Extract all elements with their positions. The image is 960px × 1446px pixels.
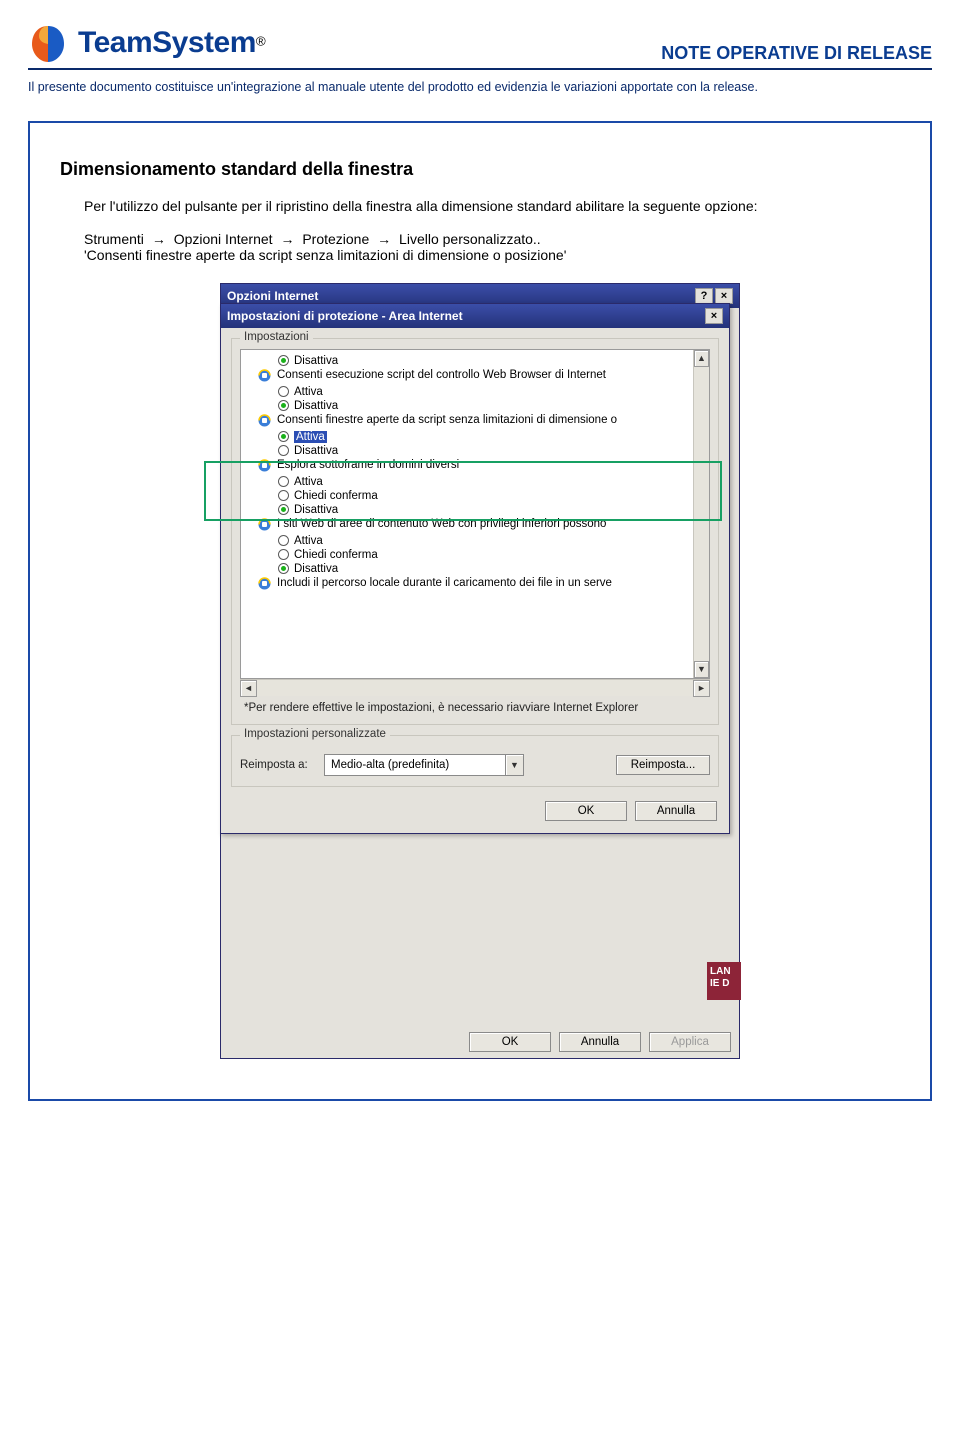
list-option[interactable]: Attiva [243, 430, 691, 444]
front-dialog-title: Impostazioni di protezione - Area Intern… [227, 309, 463, 323]
list-group: Includi il percorso locale durante il ca… [243, 576, 691, 591]
radio-icon[interactable] [278, 431, 289, 442]
cancel-button[interactable]: Annulla [635, 801, 717, 821]
intro-text: Il presente documento costituisce un'int… [28, 78, 932, 97]
ie-icon [257, 368, 272, 383]
reset-label: Reimposta a: [240, 759, 314, 771]
list-option[interactable]: Disattiva [243, 354, 691, 368]
settings-legend: Impostazioni [240, 331, 313, 343]
section-paragraph: Per l'utilizzo del pulsante per il ripri… [84, 196, 864, 217]
list-option[interactable]: Disattiva [243, 399, 691, 413]
list-option[interactable]: Attiva [243, 534, 691, 548]
radio-icon[interactable] [278, 535, 289, 546]
lan-strip: LAN IE D [707, 962, 741, 1000]
reset-button[interactable]: Reimposta... [616, 755, 710, 775]
radio-icon[interactable] [278, 386, 289, 397]
front-titlebar: Impostazioni di protezione - Area Intern… [221, 304, 729, 328]
close-button[interactable]: × [705, 308, 723, 324]
section-path: Strumenti → Opzioni Internet → Protezion… [84, 231, 900, 263]
radio-icon[interactable] [278, 476, 289, 487]
dialog-screenshot: Opzioni Internet ? × LAN IE D OK Annulla… [220, 283, 740, 1059]
arrow-icon: → [280, 231, 294, 247]
scroll-down-icon[interactable]: ▼ [694, 661, 709, 678]
vertical-scrollbar[interactable]: ▲ ▼ [693, 350, 710, 678]
list-option[interactable]: Chiedi conferma [243, 548, 691, 562]
scroll-left-icon[interactable]: ◄ [240, 680, 257, 697]
brand-logo: TeamSystem® [28, 22, 266, 64]
radio-icon[interactable] [278, 490, 289, 501]
combo-value: Medio-alta (predefinita) [325, 759, 505, 771]
list-option[interactable]: Attiva [243, 385, 691, 399]
cancel-button[interactable]: Annulla [559, 1032, 641, 1052]
back-dialog-title: Opzioni Internet [227, 289, 318, 303]
page-header: TeamSystem® NOTE OPERATIVE DI RELEASE [28, 22, 932, 70]
radio-icon[interactable] [278, 563, 289, 574]
settings-listbox[interactable]: DisattivaConsenti esecuzione script del … [240, 349, 710, 679]
ok-button[interactable]: OK [469, 1032, 551, 1052]
security-settings-dialog: Impostazioni di protezione - Area Intern… [220, 303, 730, 834]
ie-icon [257, 413, 272, 428]
reset-level-combo[interactable]: Medio-alta (predefinita) ▼ [324, 754, 524, 776]
brand-name: TeamSystem [78, 26, 256, 59]
arrow-icon: → [152, 231, 166, 247]
custom-settings-fieldset: Impostazioni personalizzate Reimposta a:… [231, 735, 719, 787]
list-option[interactable]: Disattiva [243, 444, 691, 458]
radio-icon[interactable] [278, 504, 289, 515]
scroll-up-icon[interactable]: ▲ [694, 350, 709, 367]
list-option[interactable]: Attiva [243, 475, 691, 489]
radio-icon[interactable] [278, 400, 289, 411]
dropdown-icon[interactable]: ▼ [505, 755, 523, 775]
settings-fieldset: Impostazioni DisattivaConsenti esecuzion… [231, 338, 719, 725]
radio-icon[interactable] [278, 355, 289, 366]
radio-icon[interactable] [278, 445, 289, 456]
option-name: 'Consenti finestre aperte da script senz… [84, 247, 566, 263]
ie-icon [257, 458, 272, 473]
list-group: I siti Web di aree di contenuto Web con … [243, 517, 691, 532]
horizontal-scrollbar[interactable]: ◄ ► [240, 679, 710, 696]
help-button[interactable]: ? [695, 288, 713, 304]
document-title: NOTE OPERATIVE DI RELEASE [661, 43, 932, 64]
apply-button[interactable]: Applica [649, 1032, 731, 1052]
radio-icon[interactable] [278, 549, 289, 560]
scroll-right-icon[interactable]: ► [693, 680, 710, 697]
arrow-icon: → [377, 231, 391, 247]
content-frame: Dimensionamento standard della finestra … [28, 121, 932, 1101]
ie-icon [257, 576, 272, 591]
restart-note: *Per rendere effettive le impostazioni, … [244, 702, 710, 714]
ok-button[interactable]: OK [545, 801, 627, 821]
custom-settings-legend: Impostazioni personalizzate [240, 728, 390, 740]
trademark-icon: ® [256, 34, 266, 49]
ie-icon [257, 517, 272, 532]
list-option[interactable]: Chiedi conferma [243, 489, 691, 503]
list-group: Consenti esecuzione script del controllo… [243, 368, 691, 383]
teamsystem-logo-icon [28, 22, 68, 64]
list-option[interactable]: Disattiva [243, 503, 691, 517]
list-group: Consenti finestre aperte da script senza… [243, 413, 691, 428]
close-button[interactable]: × [715, 288, 733, 304]
section-title: Dimensionamento standard della finestra [60, 159, 900, 180]
list-group: Esplora sottoframe in domini diversi [243, 458, 691, 473]
list-option[interactable]: Disattiva [243, 562, 691, 576]
